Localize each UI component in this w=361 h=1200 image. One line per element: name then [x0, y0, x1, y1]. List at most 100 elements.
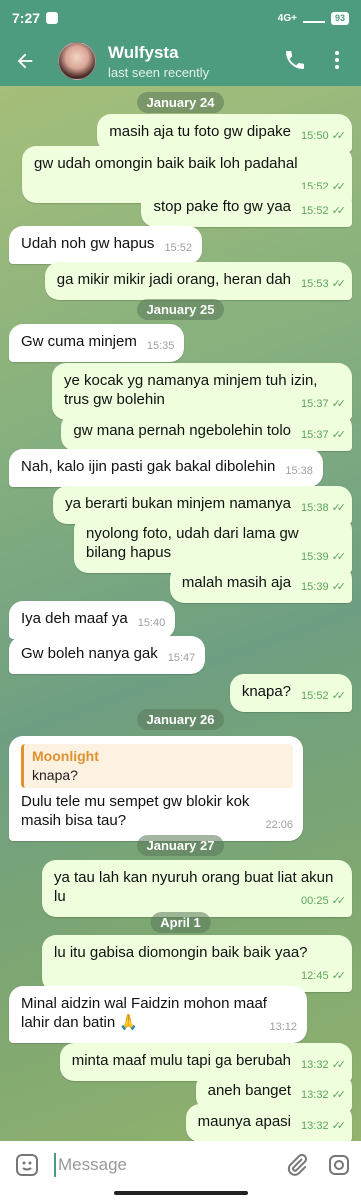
message-time: 13:32 — [301, 1089, 329, 1101]
outgoing-message[interactable]: malah masih aja 15:39 ✓✓ — [169, 565, 352, 603]
incoming-message[interactable]: Udah noh gw hapus 15:52 — [9, 226, 202, 264]
outgoing-message[interactable]: lu itu gabisa diomongin baik baik yaa? 12… — [42, 935, 352, 992]
message-time: 15:40 — [137, 617, 166, 629]
message-meta: 15:35 — [147, 337, 175, 356]
message-text: malah masih aja — [181, 574, 292, 591]
message-text: knapa? — [241, 683, 292, 700]
message-text: Nah, kalo ijin pasti gak bakal dibolehin — [21, 458, 276, 475]
message-meta: 15:37 ✓✓ — [301, 395, 347, 414]
notification-icon — [46, 12, 59, 24]
battery-indicator: 93 — [330, 11, 349, 25]
double-check-icon: ✓✓ — [331, 429, 347, 441]
double-check-icon: ✓✓ — [331, 205, 347, 217]
message-meta: 15:40 — [138, 614, 166, 633]
sticker-emoji-icon[interactable] — [14, 1152, 40, 1178]
double-check-icon: ✓✓ — [331, 398, 347, 410]
avatar[interactable] — [58, 42, 96, 80]
message-meta: 22:06 — [265, 816, 293, 835]
message-time: 13:32 — [301, 1120, 329, 1132]
message-text: Gw boleh nanya gak — [21, 645, 158, 662]
message-time: 15:50 — [301, 130, 329, 142]
message-text: stop pake fto gw yaa — [153, 198, 292, 215]
message-text: ye kocak yg namanya minjem tuh izin, tru… — [64, 372, 318, 408]
message-meta: 15:47 — [168, 649, 196, 668]
reply-text: knapa? — [32, 767, 78, 783]
message-meta: 15:53 ✓✓ — [301, 275, 347, 294]
message-input[interactable] — [54, 1153, 285, 1177]
date-separator: January 27 — [136, 835, 225, 856]
message-text: maunya apasi — [197, 1113, 292, 1130]
status-time: 7:27 — [12, 10, 41, 26]
double-check-icon: ✓✓ — [331, 970, 347, 982]
reply-author: Moonlight — [32, 748, 99, 764]
message-text: nyolong foto, udah dari lama gw bilang h… — [86, 525, 299, 561]
signal-icon — [302, 13, 325, 23]
message-text: Iya deh maaf ya — [21, 610, 128, 627]
double-check-icon: ✓✓ — [331, 278, 347, 290]
message-meta: 15:52 — [164, 239, 192, 258]
outgoing-message[interactable]: ga mikir mikir jadi orang, heran dah 15:5… — [44, 262, 352, 300]
outgoing-message[interactable]: stop pake fto gw yaa 15:52 ✓✓ — [141, 189, 352, 227]
message-meta: 13:32 ✓✓ — [301, 1086, 347, 1105]
date-separator: January 24 — [136, 92, 225, 113]
message-time: 15:52 — [301, 690, 329, 702]
message-time: 15:38 — [285, 465, 313, 477]
incoming-message[interactable]: Minal aidzin wal Faidzin mohon maaf lahi… — [9, 986, 307, 1043]
message-text: minta maaf mulu tapi ga berubah — [71, 1052, 292, 1069]
message-time: 15:53 — [301, 278, 329, 290]
message-time: 15:37 — [301, 429, 329, 441]
double-check-icon: ✓✓ — [331, 895, 347, 907]
chat-header: Wulfysta last seen recently — [0, 36, 361, 86]
message-text: lu itu gabisa diomongin baik baik yaa? — [54, 944, 308, 961]
incoming-message[interactable]: Gw boleh nanya gak 15:47 — [9, 636, 206, 674]
message-composer — [0, 1141, 361, 1189]
message-meta: 13:32 ✓✓ — [301, 1117, 347, 1136]
message-time: 15:52 — [164, 242, 192, 254]
date-separator: January 25 — [136, 299, 225, 320]
message-text: Gw cuma minjem — [21, 333, 137, 350]
chat-area[interactable]: January 24 masih aja tu foto gw dipake 15:… — [0, 86, 361, 1141]
incoming-message[interactable]: Gw cuma minjem 15:35 — [9, 324, 185, 362]
back-arrow-icon[interactable] — [0, 36, 50, 86]
incoming-message[interactable]: Moonlight knapa? Dulu tele mu sempet gw bl… — [9, 736, 303, 841]
more-options-icon[interactable] — [325, 48, 351, 74]
message-text: masih aja tu foto gw dipake — [109, 123, 292, 140]
home-handle[interactable] — [114, 1191, 248, 1195]
message-text: aneh banget — [207, 1082, 292, 1099]
incoming-message[interactable]: Nah, kalo ijin pasti gak bakal dibolehin… — [9, 449, 323, 487]
system-nav-bar — [0, 1189, 361, 1200]
outgoing-message[interactable]: ye kocak yg namanya minjem tuh izin, tru… — [52, 363, 352, 420]
message-meta: 15:52 ✓✓ — [301, 687, 347, 706]
status-bar: 7:27 4G+ 93 — [0, 0, 361, 36]
double-check-icon: ✓✓ — [331, 581, 347, 593]
message-time: 22:06 — [265, 819, 293, 831]
message-text: ga mikir mikir jadi orang, heran dah — [56, 271, 292, 288]
double-check-icon: ✓✓ — [331, 1120, 347, 1132]
message-time: 12:45 — [301, 970, 329, 982]
message-meta: 12:45 ✓✓ — [301, 967, 347, 986]
outgoing-message[interactable]: maunya apasi 13:32 ✓✓ — [185, 1104, 352, 1141]
message-time: 13:12 — [269, 1021, 297, 1033]
message-meta: 15:52 ✓✓ — [301, 202, 347, 221]
outgoing-message[interactable]: gw mana pernah ngebolehin tolo 15:37 ✓✓ — [61, 413, 352, 451]
camera-icon[interactable] — [327, 1153, 351, 1177]
message-text: ya berarti bukan minjem namanya — [65, 495, 292, 512]
paperclip-icon[interactable] — [285, 1153, 309, 1177]
message-meta: 15:38 — [285, 462, 313, 481]
double-check-icon: ✓✓ — [331, 1089, 347, 1101]
incoming-message[interactable]: Iya deh maaf ya 15:40 — [9, 601, 176, 639]
message-meta: 15:50 ✓✓ — [301, 127, 346, 146]
contact-title[interactable]: Wulfysta last seen recently — [108, 43, 209, 80]
network-label: 4G+ — [277, 12, 297, 24]
double-check-icon: ✓✓ — [331, 690, 347, 702]
last-seen-status: last seen recently — [108, 64, 210, 80]
phone-call-icon[interactable] — [283, 48, 309, 74]
message-text: Dulu tele mu sempet gw blokir kok masih … — [21, 793, 250, 829]
outgoing-message[interactable]: knapa? 15:52 ✓✓ — [229, 674, 352, 712]
message-meta: 15:39 ✓✓ — [301, 578, 347, 597]
message-meta: 13:12 — [269, 1018, 297, 1037]
reply-quote[interactable]: Moonlight knapa? — [21, 744, 293, 788]
outgoing-message[interactable]: ya tau lah kan nyuruh orang buat liat ak… — [42, 860, 352, 917]
message-time: 15:35 — [146, 340, 175, 352]
message-text: gw udah omongin baik baik loh padahal — [34, 155, 298, 172]
